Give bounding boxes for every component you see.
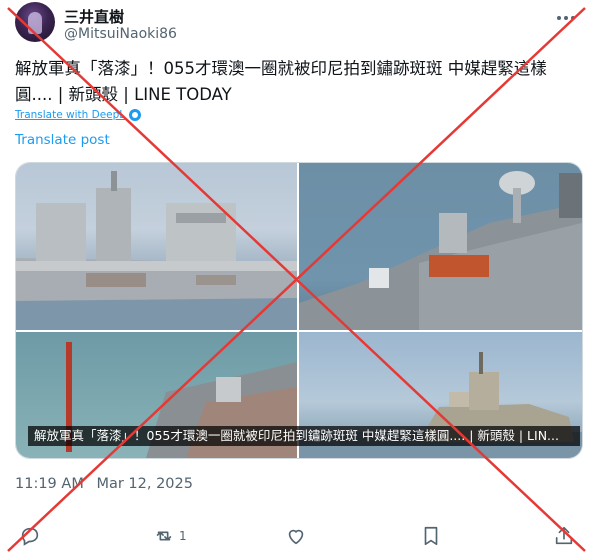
reply-button[interactable] xyxy=(19,522,45,550)
share-icon xyxy=(555,526,573,545)
repost-button[interactable]: 1 xyxy=(153,522,187,550)
media-photo-2[interactable] xyxy=(299,163,582,330)
share-button[interactable] xyxy=(553,522,575,550)
bookmark-icon xyxy=(424,526,438,546)
translate-post-link[interactable]: Translate post xyxy=(15,132,110,148)
media-card[interactable]: 解放軍真「落漆」！055才環澳一圈就被印尼拍到鏽跡斑斑 中媒趕緊這樣圓.... … xyxy=(15,162,583,459)
warship-closeup-photo xyxy=(299,171,582,330)
post-time: 11:19 AM xyxy=(15,476,84,492)
action-bar: 1 xyxy=(15,522,581,550)
post-text: 解放軍真「落漆」！055才環澳一圈就被印尼拍到鏽跡斑斑 中媒趕緊這樣 圓....… xyxy=(15,56,555,108)
repost-count: 1 xyxy=(179,529,187,543)
user-handle[interactable]: @MitsuiNaoki86 xyxy=(64,26,177,42)
deepl-icon xyxy=(129,109,142,121)
repost-icon xyxy=(156,531,172,541)
like-icon xyxy=(288,529,304,545)
translate-deepl-link[interactable]: Translate with DeepL xyxy=(15,109,142,121)
media-photo-1[interactable] xyxy=(16,163,297,330)
avatar[interactable] xyxy=(15,2,55,42)
post-text-line-2: 圓.... | 新頭殼 | LINE TODAY xyxy=(15,85,232,104)
like-button[interactable] xyxy=(285,522,311,550)
post-text-line-1: 解放軍真「落漆」！055才環澳一圈就被印尼拍到鏽跡斑斑 中媒趕緊這樣 xyxy=(15,59,547,78)
post-header: 三井直樹 @MitsuiNaoki86 xyxy=(15,2,585,46)
bookmark-button[interactable] xyxy=(420,522,442,550)
post-timestamp[interactable]: 11:19 AM Mar 12, 2025 xyxy=(15,476,201,492)
reply-icon xyxy=(21,527,39,546)
display-name[interactable]: 三井直樹 xyxy=(64,6,124,27)
media-caption: 解放軍真「落漆」！055才環澳一圈就被印尼拍到鏽跡斑斑 中媒趕緊這樣圓.... … xyxy=(28,426,580,446)
warship-grey-photo xyxy=(16,171,297,330)
more-icon[interactable] xyxy=(557,10,579,26)
post-date: Mar 12, 2025 xyxy=(96,476,193,492)
translate-deepl-label: Translate with DeepL xyxy=(15,109,126,121)
